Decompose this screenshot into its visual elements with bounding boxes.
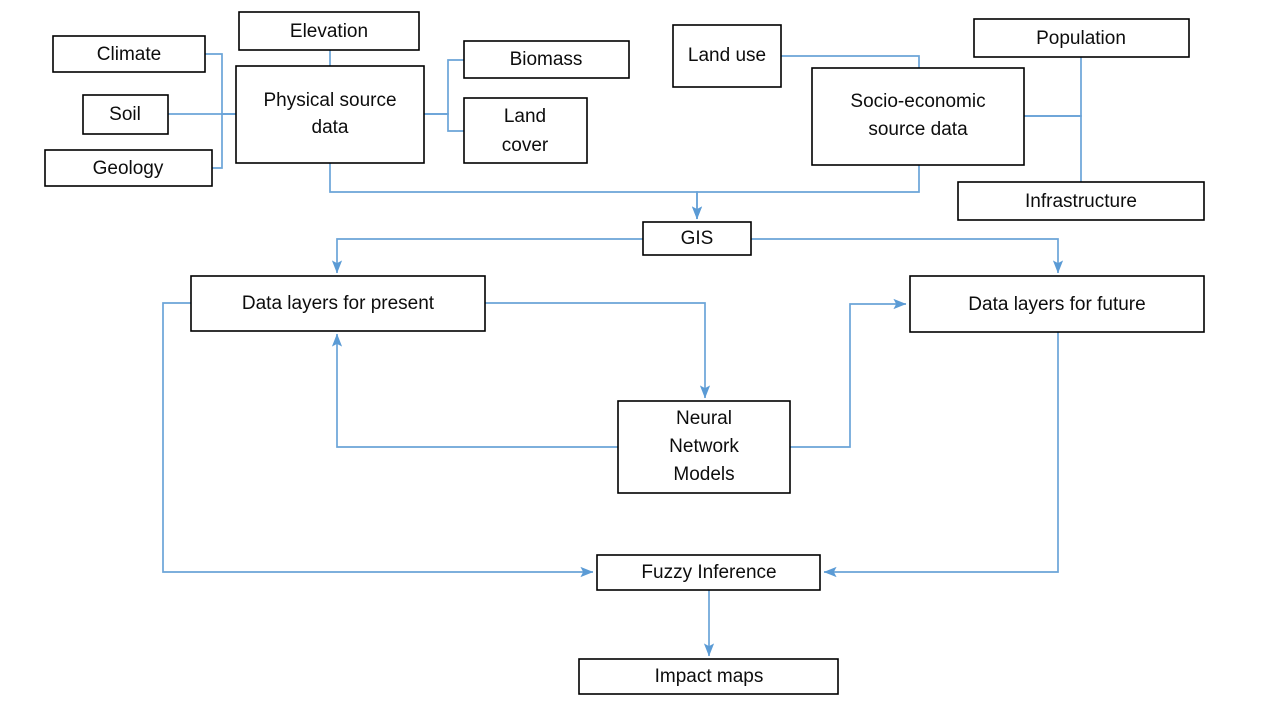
node-soil-label: Soil bbox=[109, 104, 141, 125]
node-biomass-label: Biomass bbox=[510, 49, 583, 70]
node-climate[interactable]: Climate bbox=[52, 35, 206, 73]
node-land-cover-label-line2: cover bbox=[502, 135, 549, 156]
node-socio-economic-source-data-box[interactable] bbox=[811, 67, 1025, 166]
connector-group-physical-outputs bbox=[424, 59, 464, 132]
edge-geology-to-physical bbox=[212, 113, 236, 169]
node-gis-label: GIS bbox=[681, 228, 714, 249]
node-neural-network-models[interactable]: Neural Network Models bbox=[617, 400, 791, 494]
edge-socio-to-gis bbox=[691, 165, 920, 220]
edge-future-to-fuzzy bbox=[823, 332, 1059, 578]
edge-population-to-socio bbox=[1024, 57, 1082, 117]
edge-gis-to-future bbox=[751, 238, 1064, 274]
node-land-cover[interactable]: Land cover bbox=[463, 97, 588, 164]
edge-physical-to-gis bbox=[329, 163, 703, 220]
node-elevation-label: Elevation bbox=[290, 21, 368, 42]
node-geology[interactable]: Geology bbox=[44, 149, 213, 187]
edge-physical-to-landcover bbox=[424, 113, 464, 132]
node-data-layers-future-label: Data layers for future bbox=[968, 294, 1145, 315]
node-land-use[interactable]: Land use bbox=[672, 24, 782, 88]
node-neural-label-line2: Network bbox=[669, 436, 739, 457]
node-physical-source-data-box[interactable] bbox=[235, 65, 425, 164]
edge-present-to-fuzzy bbox=[162, 302, 594, 578]
node-impact-maps-label: Impact maps bbox=[655, 666, 764, 687]
connector-group-gis-inputs bbox=[329, 163, 920, 220]
node-physical-source-data-label-line1: Physical source bbox=[263, 90, 396, 111]
edge-infrastructure-to-socio bbox=[1024, 115, 1082, 182]
node-population-label: Population bbox=[1036, 28, 1126, 49]
node-neural-label-line3: Models bbox=[673, 464, 734, 485]
node-fuzzy-inference-label: Fuzzy Inference bbox=[641, 562, 776, 583]
node-land-use-label: Land use bbox=[688, 45, 766, 66]
node-climate-label: Climate bbox=[97, 44, 161, 65]
node-socio-economic-label-line1: Socio-economic bbox=[850, 91, 985, 112]
edge-neural-to-present bbox=[331, 333, 618, 448]
edge-present-to-neural bbox=[485, 302, 711, 399]
edge-physical-to-biomass bbox=[424, 59, 464, 115]
node-data-layers-present-label: Data layers for present bbox=[242, 293, 435, 314]
node-data-layers-future[interactable]: Data layers for future bbox=[909, 275, 1205, 333]
node-land-cover-label-line1: Land bbox=[504, 106, 546, 127]
node-biomass[interactable]: Biomass bbox=[463, 40, 630, 79]
node-infrastructure[interactable]: Infrastructure bbox=[957, 181, 1205, 221]
edge-climate-to-physical bbox=[205, 53, 236, 115]
edge-neural-to-future bbox=[790, 298, 907, 448]
node-socio-economic-label-line2: source data bbox=[868, 119, 968, 140]
node-physical-source-data[interactable]: Physical source data bbox=[235, 65, 425, 164]
node-soil[interactable]: Soil bbox=[82, 94, 169, 135]
node-neural-label-line1: Neural bbox=[676, 408, 732, 429]
flowchart-diagram: Climate Soil Geology Elevation Physical … bbox=[0, 0, 1280, 720]
node-physical-source-data-label-line2: data bbox=[312, 117, 349, 138]
node-fuzzy-inference[interactable]: Fuzzy Inference bbox=[596, 554, 821, 591]
node-geology-label: Geology bbox=[93, 158, 164, 179]
node-infrastructure-label: Infrastructure bbox=[1025, 191, 1137, 212]
connector-group-fuzzy-inputs bbox=[162, 302, 1059, 657]
edge-gis-to-present bbox=[331, 238, 643, 274]
flowchart-canvas: Climate Soil Geology Elevation Physical … bbox=[44, 11, 1205, 695]
node-socio-economic-source-data[interactable]: Socio-economic source data bbox=[811, 67, 1025, 166]
node-data-layers-present[interactable]: Data layers for present bbox=[190, 275, 486, 332]
node-impact-maps[interactable]: Impact maps bbox=[578, 658, 839, 695]
node-elevation[interactable]: Elevation bbox=[238, 11, 420, 51]
node-population[interactable]: Population bbox=[973, 18, 1190, 58]
node-gis[interactable]: GIS bbox=[642, 221, 752, 256]
edge-landuse-to-socio bbox=[781, 55, 920, 68]
